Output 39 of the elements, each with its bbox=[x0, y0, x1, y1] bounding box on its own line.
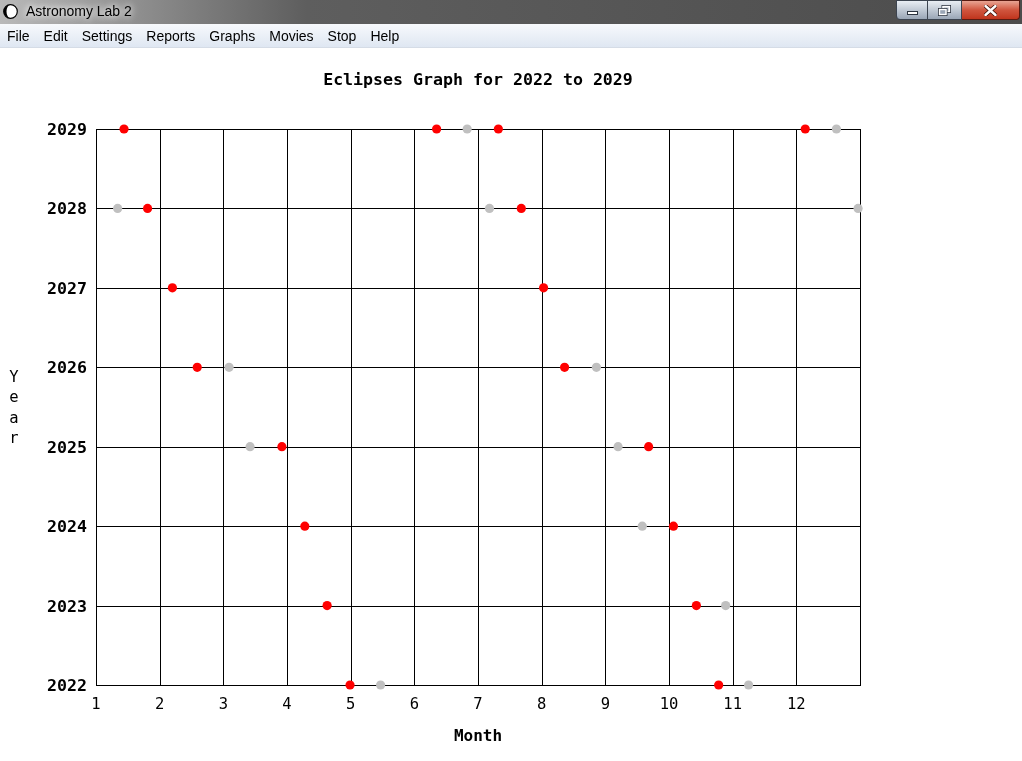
window-title: Astronomy Lab 2 bbox=[25, 1, 133, 21]
x-tick-label: 5 bbox=[346, 695, 356, 713]
close-icon bbox=[984, 4, 997, 16]
menu-item[interactable]: Settings bbox=[74, 25, 140, 46]
restore-button[interactable] bbox=[928, 0, 962, 20]
x-tick-label: 10 bbox=[659, 695, 679, 713]
menu-item[interactable]: Help bbox=[363, 25, 407, 46]
menu-item[interactable]: File bbox=[0, 25, 37, 46]
y-tick-label: 2029 bbox=[47, 120, 87, 139]
x-tick-label: 12 bbox=[787, 695, 806, 713]
y-axis-label: Year bbox=[9, 368, 19, 447]
minimize-icon bbox=[906, 11, 918, 15]
y-tick-label: 2025 bbox=[47, 437, 87, 457]
menu-item[interactable]: Stop bbox=[320, 25, 364, 46]
x-tick-label: 8 bbox=[537, 695, 547, 713]
y-tick-label: 2024 bbox=[47, 517, 87, 537]
x-tick-label: 3 bbox=[218, 695, 228, 713]
y-tick-label: 2022 bbox=[47, 676, 87, 695]
y-tick-label: 2026 bbox=[47, 358, 87, 378]
x-tick-label: 2 bbox=[155, 695, 165, 713]
half-moon-icon bbox=[3, 3, 18, 19]
y-tick-label: 2023 bbox=[47, 596, 87, 616]
y-tick-label: 2027 bbox=[47, 278, 87, 298]
minimize-button[interactable] bbox=[896, 0, 928, 20]
menu-item[interactable]: Reports bbox=[139, 25, 203, 46]
x-tick-label: 7 bbox=[473, 695, 483, 713]
x-tick-label: 6 bbox=[409, 695, 419, 713]
restore-icon bbox=[938, 4, 951, 16]
menu-item[interactable]: Graphs bbox=[202, 25, 263, 46]
x-tick-label: 4 bbox=[282, 695, 292, 713]
chart-title: Eclipses Graph for 2022 to 2029 bbox=[323, 70, 633, 89]
x-tick-label: 9 bbox=[600, 695, 610, 713]
menu-item[interactable]: Movies bbox=[262, 25, 321, 46]
x-axis-label: Month bbox=[453, 726, 503, 745]
close-button[interactable] bbox=[962, 0, 1020, 20]
y-tick-label: 2028 bbox=[47, 199, 87, 219]
menu-item[interactable]: Edit bbox=[36, 25, 75, 46]
x-tick-label: 11 bbox=[723, 695, 742, 713]
x-tick-label: 1 bbox=[91, 695, 101, 713]
